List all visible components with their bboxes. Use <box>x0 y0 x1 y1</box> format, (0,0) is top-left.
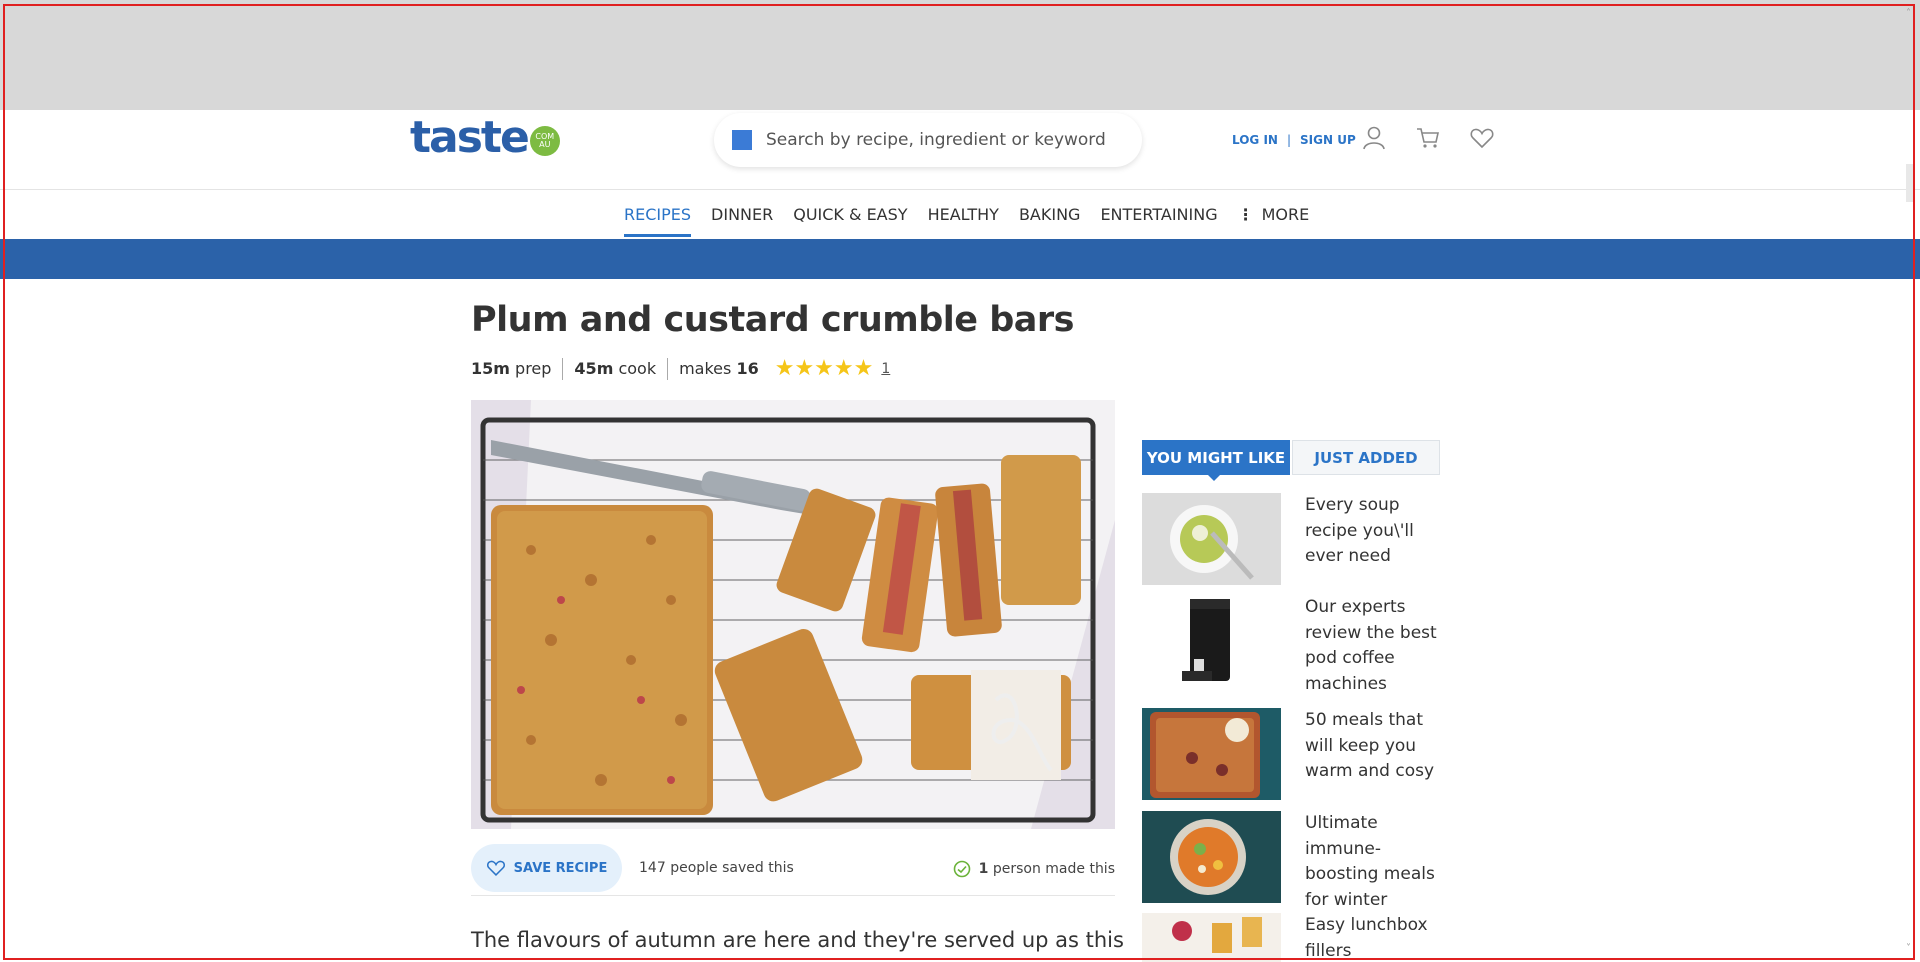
tab-just-added[interactable]: JUST ADDED <box>1292 440 1440 475</box>
immune-meals-thumbnail <box>1142 811 1281 903</box>
soup-image <box>1142 493 1281 585</box>
cook-time: 45m <box>574 359 614 378</box>
nav-baking[interactable]: BAKING <box>1019 191 1081 239</box>
recipe-intro: The flavours of autumn are here and they… <box>471 928 1124 952</box>
nav-entertaining[interactable]: ENTERTAINING <box>1100 191 1217 239</box>
soup-thumbnail <box>1142 493 1281 585</box>
logo-badge: COM AU <box>529 126 560 156</box>
saved-count: 147 people saved this <box>639 860 794 876</box>
prep-time: 15m <box>471 359 510 378</box>
rating-stars: ★★★★★ <box>774 356 874 381</box>
made-count-label: person made this <box>992 861 1115 877</box>
signup-link[interactable]: SIGN UP <box>1300 133 1356 147</box>
taste-logo[interactable]: taste COM AU <box>410 116 560 160</box>
immune-meals-image <box>1142 811 1281 903</box>
saved-count-number: 147 <box>639 860 666 876</box>
lunchbox-image <box>1142 913 1281 962</box>
heart-outline-icon <box>486 860 505 877</box>
check-circle-icon <box>953 860 970 878</box>
list-item-title: Ultimate immune-boosting meals for winte… <box>1305 813 1435 910</box>
meta-divider <box>562 357 564 380</box>
lunchbox-thumbnail <box>1142 913 1281 962</box>
search-icon <box>732 130 752 150</box>
list-item-title: Easy lunchbox fillers <box>1305 915 1428 961</box>
auth-separator: | <box>1286 133 1292 147</box>
list-item-title: 50 meals that will keep you warm and cos… <box>1305 710 1435 781</box>
makes-value: 16 <box>736 359 759 378</box>
cook-label: cook <box>618 359 657 378</box>
scroll-up-icon[interactable]: ˄ <box>1906 8 1911 19</box>
coffee-machine-image <box>1142 595 1281 687</box>
search-input[interactable] <box>766 130 1126 150</box>
scroll-down-icon[interactable]: ˅ <box>1906 943 1911 954</box>
made-count-number: 1 <box>978 861 989 877</box>
warm-meals-image <box>1142 708 1281 800</box>
site-header: taste COM AU LOG IN | SIGN UP <box>0 110 1920 190</box>
nav-more-label: MORE <box>1261 205 1310 224</box>
warm-meals-thumbnail <box>1142 708 1281 800</box>
ad-banner <box>0 0 1920 110</box>
scroll-thumb[interactable] <box>1906 164 1914 202</box>
save-recipe-label: SAVE RECIPE <box>513 860 608 876</box>
page-scrollbar[interactable]: ˄ ˅ <box>1904 6 1916 956</box>
prep-label: prep <box>515 359 552 378</box>
logo-text: taste <box>410 112 530 163</box>
crumble-bars-photo <box>471 400 1115 829</box>
saved-count-label: people saved this <box>670 860 794 876</box>
made-count: 1 person made this <box>953 860 1115 878</box>
search-bar[interactable] <box>714 113 1142 167</box>
save-recipe-button[interactable]: SAVE RECIPE <box>471 844 622 892</box>
nav-healthy[interactable]: HEALTHY <box>928 191 999 239</box>
save-row: SAVE RECIPE 147 people saved this 1 pers… <box>471 844 1115 896</box>
cart-icon[interactable] <box>1415 125 1441 151</box>
coffee-machine-thumbnail <box>1142 595 1281 687</box>
user-icon[interactable] <box>1361 125 1387 151</box>
nav-dinner[interactable]: DINNER <box>711 191 773 239</box>
nav-quick-easy[interactable]: QUICK & EASY <box>793 191 907 239</box>
rating-count-link[interactable]: 1 <box>881 361 890 377</box>
makes-label: makes <box>679 359 732 378</box>
login-link[interactable]: LOG IN <box>1232 133 1278 147</box>
recipe-meta: 15m prep 45m cook makes 16 ★★★★★ 1 <box>471 356 890 381</box>
recipe-title: Plum and custard crumble bars <box>471 300 1074 340</box>
more-dots-icon: ⋮ <box>1237 205 1254 224</box>
meta-divider <box>667 357 669 380</box>
tab-you-might-like[interactable]: YOU MIGHT LIKE <box>1142 440 1290 481</box>
nav-recipes[interactable]: RECIPES <box>624 191 692 239</box>
list-item-title: Our experts review the best pod coffee m… <box>1305 597 1437 694</box>
list-item-title: Every soup recipe you\'ll ever need <box>1305 495 1414 566</box>
nav-more[interactable]: ⋮ MORE <box>1238 191 1310 239</box>
promo-bar <box>0 239 1920 279</box>
main-nav: RECIPES DINNER QUICK & EASY HEALTHY BAKI… <box>0 191 1920 239</box>
heart-icon[interactable] <box>1469 125 1495 151</box>
auth-links: LOG IN | SIGN UP <box>1232 133 1356 147</box>
logo-badge-bottom: AU <box>539 140 551 149</box>
recipe-hero-image <box>471 400 1115 829</box>
sidebar-tabs: YOU MIGHT LIKE JUST ADDED <box>1142 440 1440 481</box>
